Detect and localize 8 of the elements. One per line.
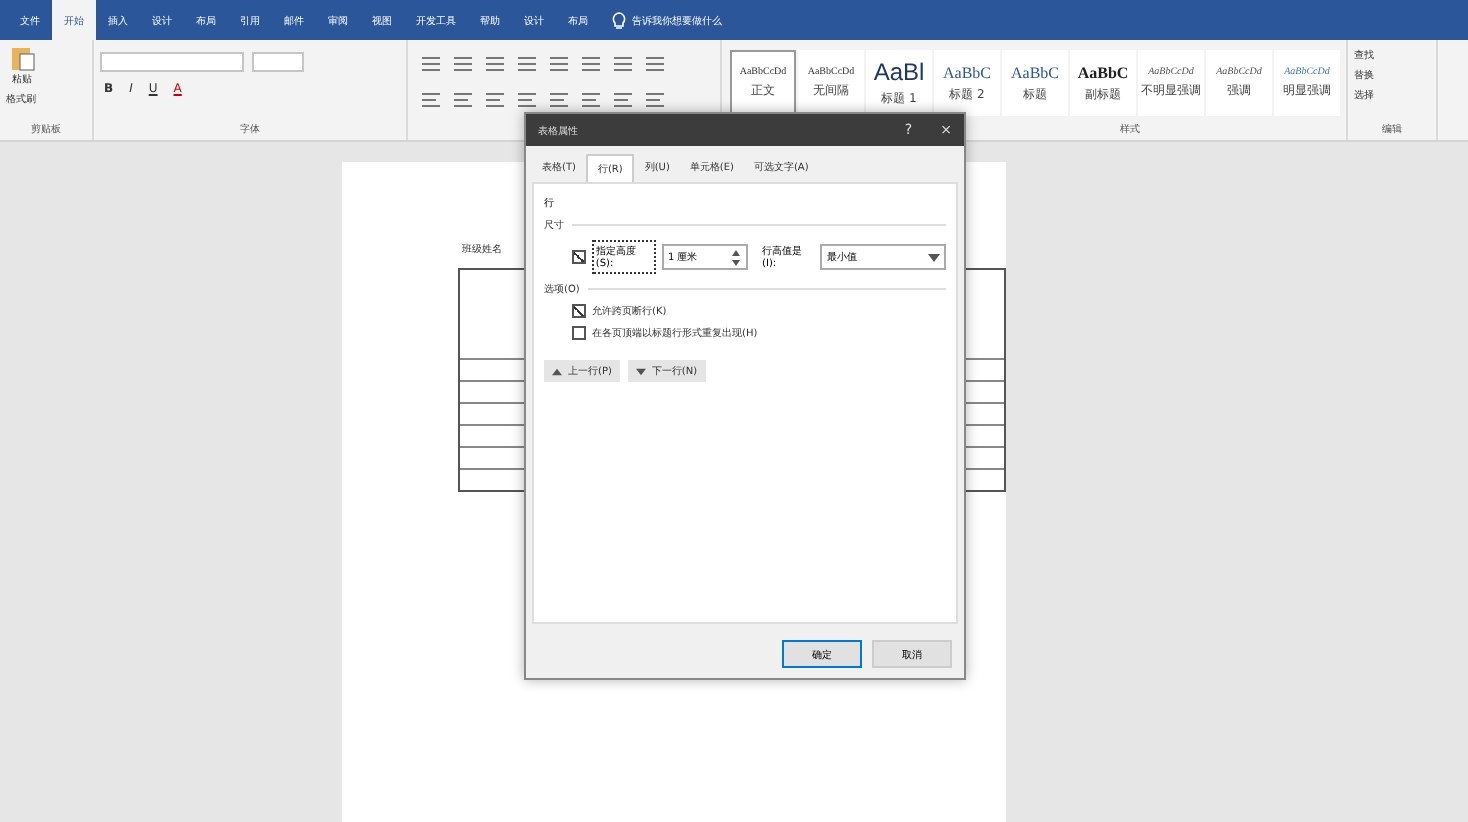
checkbox[interactable]	[572, 326, 586, 340]
lightbulb-icon	[612, 11, 626, 29]
up-arrow-icon	[552, 367, 562, 375]
down-arrow-icon	[635, 367, 646, 375]
checkbox[interactable]	[572, 250, 586, 264]
checkbox[interactable]	[572, 304, 586, 318]
spinner-arrows-icon[interactable]	[730, 247, 743, 267]
dropdown-arrow-icon[interactable]	[928, 253, 940, 261]
